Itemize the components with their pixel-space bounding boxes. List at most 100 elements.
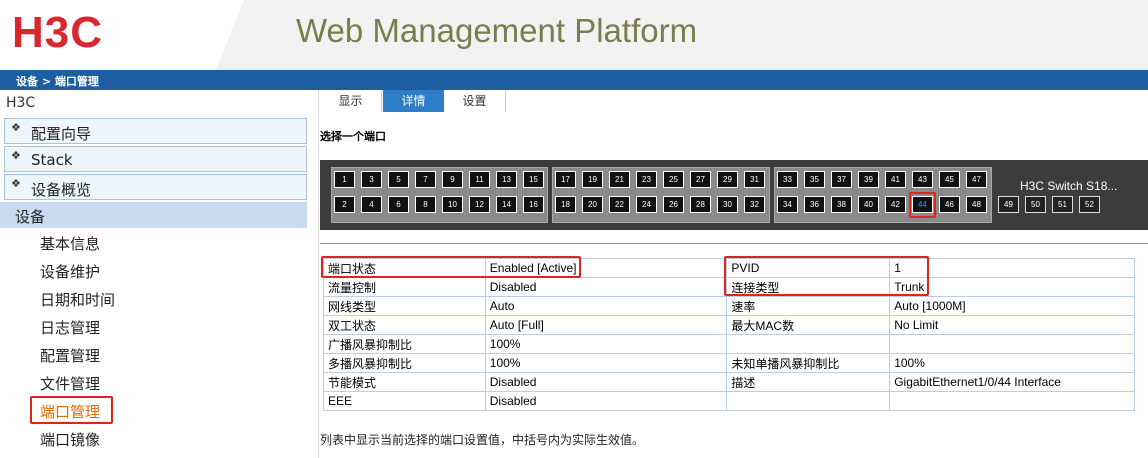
- switch-port[interactable]: 17: [555, 171, 576, 188]
- field-value: Disabled: [484, 277, 728, 297]
- field-label: [726, 334, 891, 354]
- switch-port[interactable]: 21: [609, 171, 630, 188]
- switch-port[interactable]: 38: [831, 196, 852, 213]
- section-title: 选择一个端口: [320, 130, 386, 143]
- switch-port[interactable]: 34: [777, 196, 798, 213]
- separator: [320, 243, 1148, 244]
- switch-port[interactable]: 6: [388, 196, 409, 213]
- diamond-icon: ❖: [11, 121, 21, 134]
- field-label: 广播风暴抑制比: [323, 334, 486, 354]
- highlight-box-pvid-link-type: [724, 256, 929, 296]
- field-value: Disabled: [484, 391, 728, 411]
- field-label: 节能模式: [323, 372, 486, 392]
- switch-port[interactable]: 22: [609, 196, 630, 213]
- sidebar: H3C ❖ 配置向导 ❖ Stack ❖ 设备概览 设备 基本信息 设备维护 日…: [0, 90, 313, 458]
- sidebar-item-config-management[interactable]: 配置管理: [40, 345, 100, 366]
- switch-port[interactable]: 39: [858, 171, 879, 188]
- switch-port[interactable]: 41: [885, 171, 906, 188]
- sidebar-group-label: 设备概览: [31, 181, 92, 199]
- switch-port[interactable]: 47: [966, 171, 987, 188]
- switch-port[interactable]: 20: [582, 196, 603, 213]
- sidebar-group-stack[interactable]: ❖ Stack: [4, 146, 307, 172]
- switch-port[interactable]: 31: [744, 171, 765, 188]
- switch-port[interactable]: 7: [415, 171, 436, 188]
- sidebar-group-config-wizard[interactable]: ❖ 配置向导: [4, 118, 307, 144]
- switch-port[interactable]: 24: [636, 196, 657, 213]
- tab-details[interactable]: 详情: [383, 90, 445, 112]
- switch-port[interactable]: 11: [469, 171, 490, 188]
- switch-port[interactable]: 26: [663, 196, 684, 213]
- app-header: H3C Web Management Platform: [0, 0, 1148, 70]
- field-label: 网线类型: [323, 296, 486, 316]
- switch-port[interactable]: 32: [744, 196, 765, 213]
- switch-port[interactable]: 12: [469, 196, 490, 213]
- field-value: Disabled: [484, 372, 728, 392]
- app-title: Web Management Platform: [296, 12, 698, 49]
- switch-port[interactable]: 18: [555, 196, 576, 213]
- table-row: EEE Disabled: [323, 391, 1135, 411]
- sidebar-group-device[interactable]: 设备: [0, 202, 307, 228]
- field-label: 未知单播风暴抑制比: [726, 353, 891, 373]
- switch-port[interactable]: 9: [442, 171, 463, 188]
- field-value: No Limit: [889, 315, 1135, 335]
- sidebar-item-file-management[interactable]: 文件管理: [40, 373, 100, 394]
- sidebar-item-basic-info[interactable]: 基本信息: [40, 233, 100, 254]
- switch-port[interactable]: 3: [361, 171, 382, 188]
- switch-port[interactable]: 40: [858, 196, 879, 213]
- switch-port[interactable]: 46: [939, 196, 960, 213]
- switch-port[interactable]: 28: [690, 196, 711, 213]
- sidebar-item-date-time[interactable]: 日期和时间: [40, 289, 115, 310]
- footnote: 列表中显示当前选择的端口设置值，中括号内为实际生效值。: [320, 433, 645, 447]
- sidebar-root[interactable]: H3C: [6, 95, 35, 111]
- field-value: 100%: [484, 353, 728, 373]
- field-value: Auto [1000M]: [889, 296, 1135, 316]
- sidebar-group-device-overview[interactable]: ❖ 设备概览: [4, 174, 307, 200]
- tab-display[interactable]: 显示: [320, 90, 382, 112]
- field-label: 最大MAC数: [726, 315, 891, 335]
- switch-port[interactable]: 37: [831, 171, 852, 188]
- field-label: 描述: [726, 372, 891, 392]
- switch-port[interactable]: 25: [663, 171, 684, 188]
- switch-sfp-port[interactable]: 50: [1025, 196, 1046, 213]
- field-value: Auto: [484, 296, 728, 316]
- switch-port[interactable]: 5: [388, 171, 409, 188]
- field-label: 流量控制: [323, 277, 486, 297]
- switch-port[interactable]: 19: [582, 171, 603, 188]
- field-value: Auto [Full]: [484, 315, 728, 335]
- sidebar-item-log-management[interactable]: 日志管理: [40, 317, 100, 338]
- sidebar-item-port-mirroring[interactable]: 端口镜像: [40, 429, 100, 450]
- switch-port[interactable]: 4: [361, 196, 382, 213]
- switch-port[interactable]: 10: [442, 196, 463, 213]
- table-row: 双工状态 Auto [Full] 最大MAC数 No Limit: [323, 315, 1135, 335]
- switch-port[interactable]: 2: [334, 196, 355, 213]
- sidebar-group-label: 设备: [15, 208, 46, 226]
- switch-port[interactable]: 35: [804, 171, 825, 188]
- field-value: GigabitEthernet1/0/44 Interface: [889, 372, 1135, 392]
- field-label: 双工状态: [323, 315, 486, 335]
- tab-settings[interactable]: 设置: [444, 90, 506, 112]
- switch-port[interactable]: 14: [496, 196, 517, 213]
- sidebar-item-device-maintenance[interactable]: 设备维护: [40, 261, 100, 282]
- sidebar-group-label: 配置向导: [31, 125, 92, 143]
- switch-port[interactable]: 16: [523, 196, 544, 213]
- switch-port[interactable]: 15: [523, 171, 544, 188]
- switch-port[interactable]: 1: [334, 171, 355, 188]
- switch-port[interactable]: 8: [415, 196, 436, 213]
- switch-port[interactable]: 13: [496, 171, 517, 188]
- switch-sfp-port[interactable]: 51: [1052, 196, 1073, 213]
- switch-port[interactable]: 23: [636, 171, 657, 188]
- field-label: 速率: [726, 296, 891, 316]
- switch-sfp-port[interactable]: 52: [1079, 196, 1100, 213]
- switch-port[interactable]: 43: [912, 171, 933, 188]
- switch-port[interactable]: 30: [717, 196, 738, 213]
- switch-port[interactable]: 29: [717, 171, 738, 188]
- switch-port[interactable]: 36: [804, 196, 825, 213]
- field-value: [889, 334, 1135, 354]
- switch-port[interactable]: 33: [777, 171, 798, 188]
- switch-port[interactable]: 48: [966, 196, 987, 213]
- field-value: [889, 391, 1135, 411]
- switch-port[interactable]: 27: [690, 171, 711, 188]
- switch-sfp-port[interactable]: 49: [998, 196, 1019, 213]
- switch-port[interactable]: 45: [939, 171, 960, 188]
- switch-port[interactable]: 42: [885, 196, 906, 213]
